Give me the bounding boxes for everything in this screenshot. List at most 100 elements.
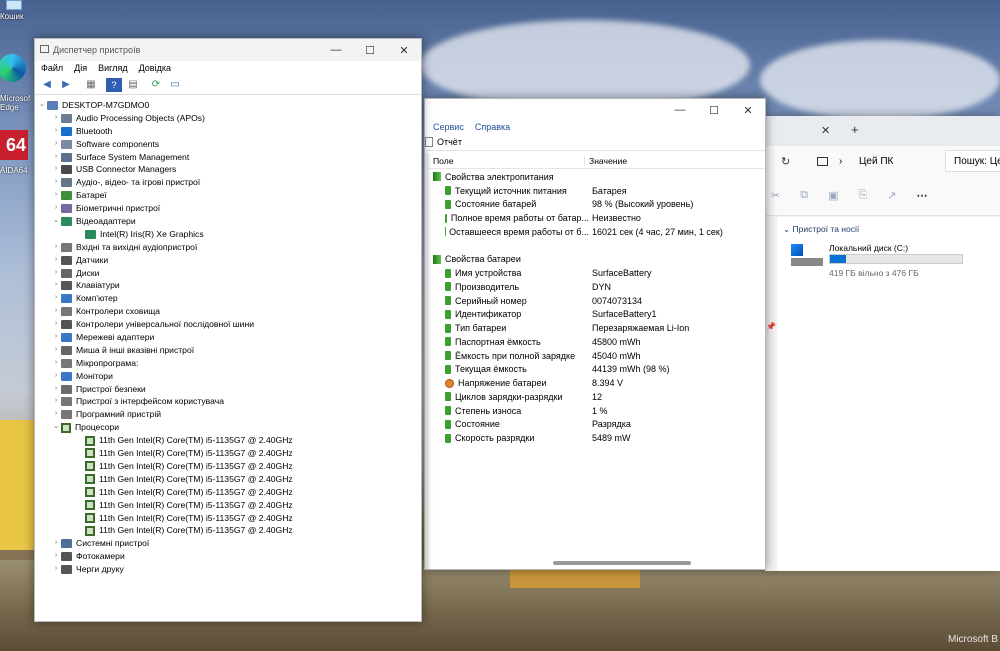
- device-category[interactable]: › Software components: [35, 138, 421, 151]
- close-icon[interactable]: ✕: [387, 39, 421, 61]
- device-item[interactable]: 11th Gen Intel(R) Core(TM) i5-1135G7 @ 2…: [35, 460, 421, 473]
- rename-icon[interactable]: ⎘: [858, 189, 867, 202]
- device-category[interactable]: › Контролери сховища: [35, 305, 421, 318]
- device-category[interactable]: › Фотокамери: [35, 550, 421, 563]
- device-category[interactable]: › Пристрої безпеки: [35, 383, 421, 396]
- chevron-right-icon[interactable]: ›: [51, 344, 61, 357]
- device-category[interactable]: › USB Connector Managers: [35, 163, 421, 176]
- device-item[interactable]: 11th Gen Intel(R) Core(TM) i5-1135G7 @ 2…: [35, 473, 421, 486]
- drive-tile[interactable]: Локальний диск (C:) 419 ГБ вільно з 476 …: [791, 242, 991, 282]
- device-category[interactable]: › Миша й інші вказівні пристрої: [35, 344, 421, 357]
- chevron-right-icon[interactable]: ›: [51, 318, 61, 331]
- chevron-down-icon[interactable]: ⌄: [51, 421, 61, 434]
- property-row[interactable]: Текущая ёмкость 44139 mWh (98 %): [433, 363, 765, 377]
- property-row[interactable]: Имя устройства SurfaceBattery: [433, 266, 765, 280]
- minimize-icon[interactable]: —: [319, 39, 353, 61]
- device-item[interactable]: 11th Gen Intel(R) Core(TM) i5-1135G7 @ 2…: [35, 447, 421, 460]
- property-row[interactable]: Циклов зарядки-разрядки 12: [433, 390, 765, 404]
- search-input[interactable]: Пошук: Це: [945, 150, 1000, 172]
- menu-help[interactable]: Довідка: [139, 63, 171, 73]
- property-row[interactable]: Текущий источник питания Батарея: [433, 184, 765, 198]
- menu-service[interactable]: Сервис: [433, 122, 464, 132]
- chevron-right-icon[interactable]: ›: [51, 241, 61, 254]
- share-icon[interactable]: ↗: [887, 189, 896, 202]
- back-arrow-icon[interactable]: ◀: [39, 78, 55, 92]
- device-category[interactable]: ⌄ Процесори: [35, 421, 421, 434]
- chevron-right-icon[interactable]: ›: [51, 357, 61, 370]
- property-row[interactable]: Оставшееся время работы от б... 16021 сек…: [433, 225, 765, 239]
- properties-icon[interactable]: ▦: [83, 78, 99, 92]
- chevron-right-icon[interactable]: ›: [51, 138, 61, 151]
- device-item[interactable]: 11th Gen Intel(R) Core(TM) i5-1135G7 @ 2…: [35, 512, 421, 525]
- device-category[interactable]: › Клавіатури: [35, 279, 421, 292]
- device-category[interactable]: › Вхідні та вихідні аудіопристрої: [35, 241, 421, 254]
- chevron-right-icon[interactable]: ›: [51, 292, 61, 305]
- device-item[interactable]: 11th Gen Intel(R) Core(TM) i5-1135G7 @ 2…: [35, 499, 421, 512]
- paste-icon[interactable]: ▣: [828, 189, 838, 202]
- chevron-right-icon[interactable]: ›: [51, 305, 61, 318]
- menu-view[interactable]: Вигляд: [98, 63, 128, 73]
- chevron-right-icon[interactable]: ›: [51, 383, 61, 396]
- property-row[interactable]: Тип батареи Перезаряжаемая Li-Ion: [433, 321, 765, 335]
- maximize-icon[interactable]: ☐: [697, 99, 731, 121]
- chevron-down-icon[interactable]: ⌄: [37, 99, 47, 112]
- forward-arrow-icon[interactable]: ▶: [58, 78, 74, 92]
- device-category[interactable]: › Монітори: [35, 370, 421, 383]
- refresh-icon[interactable]: ↻: [781, 155, 790, 168]
- close-icon[interactable]: ✕: [731, 99, 765, 121]
- device-category[interactable]: › Bluetooth: [35, 125, 421, 138]
- aida64-shortcut[interactable]: 64 AIDA64: [0, 130, 34, 180]
- chevron-down-icon[interactable]: ⌄: [51, 215, 61, 228]
- menu-help[interactable]: Справка: [475, 122, 510, 132]
- chevron-right-icon[interactable]: ›: [51, 563, 61, 576]
- tree-root[interactable]: ⌄ DESKTOP-M7GDMO0: [35, 99, 421, 112]
- device-item[interactable]: 11th Gen Intel(R) Core(TM) i5-1135G7 @ 2…: [35, 486, 421, 499]
- update-driver-icon[interactable]: ▤: [125, 78, 141, 92]
- property-row[interactable]: Полное время работы от батар... Неизвестн…: [433, 211, 765, 225]
- copy-icon[interactable]: ⧉: [800, 189, 808, 202]
- property-row[interactable]: Серийный номер 0074073134: [433, 294, 765, 308]
- device-category[interactable]: › Датчики: [35, 254, 421, 267]
- chevron-right-icon[interactable]: ›: [51, 408, 61, 421]
- column-field[interactable]: Поле: [429, 155, 585, 166]
- chevron-right-icon[interactable]: ›: [51, 125, 61, 138]
- chevron-right-icon[interactable]: ›: [51, 202, 61, 215]
- device-category[interactable]: › Черги друку: [35, 563, 421, 576]
- horizontal-scrollbar[interactable]: [429, 559, 765, 567]
- scan-hardware-icon[interactable]: ⟳: [148, 78, 164, 92]
- report-button[interactable]: Отчёт: [437, 137, 462, 147]
- chevron-right-icon[interactable]: ›: [51, 395, 61, 408]
- chevron-right-icon[interactable]: ›: [51, 267, 61, 280]
- property-row[interactable]: Напряжение батареи 8.394 V: [433, 376, 765, 390]
- chevron-right-icon[interactable]: ›: [51, 151, 61, 164]
- chevron-right-icon[interactable]: ›: [51, 254, 61, 267]
- property-row[interactable]: Состояние Разрядка: [433, 418, 765, 432]
- property-row[interactable]: Паспортная ёмкость 45800 mWh: [433, 335, 765, 349]
- property-row[interactable]: Ёмкость при полной зарядке 45040 mWh: [433, 349, 765, 363]
- device-category[interactable]: › Мікропрограма:: [35, 357, 421, 370]
- device-category[interactable]: › Комп'ютер: [35, 292, 421, 305]
- chevron-right-icon[interactable]: ›: [51, 163, 61, 176]
- edge-shortcut[interactable]: Microsoft Edge: [0, 54, 34, 120]
- device-category[interactable]: › Пристрої з інтерфейсом користувача: [35, 395, 421, 408]
- maximize-icon[interactable]: ☐: [353, 39, 387, 61]
- device-category[interactable]: › Системні пристрої: [35, 537, 421, 550]
- cut-icon[interactable]: ✂: [771, 189, 780, 202]
- minimize-icon[interactable]: —: [663, 99, 697, 121]
- property-row[interactable]: Производитель DYN: [433, 280, 765, 294]
- device-category[interactable]: › Мережеві адаптери: [35, 331, 421, 344]
- device-item[interactable]: Intel(R) Iris(R) Xe Graphics: [35, 228, 421, 241]
- scrollbar-thumb[interactable]: [553, 561, 691, 565]
- menu-action[interactable]: Дія: [74, 63, 87, 73]
- chevron-right-icon[interactable]: ›: [51, 331, 61, 344]
- chevron-right-icon[interactable]: ›: [51, 537, 61, 550]
- column-value[interactable]: Значение: [585, 156, 627, 166]
- device-category[interactable]: › Диски: [35, 267, 421, 280]
- device-category[interactable]: › Аудіо-, відео- та ігрові пристрої: [35, 176, 421, 189]
- more-options-icon[interactable]: ⋯: [917, 189, 928, 202]
- new-tab-icon[interactable]: +: [851, 122, 859, 137]
- property-row[interactable]: Идентификатор SurfaceBattery1: [433, 308, 765, 322]
- device-category[interactable]: › Програмний пристрій: [35, 408, 421, 421]
- menu-file[interactable]: Файл: [41, 63, 63, 73]
- property-row[interactable]: Скорость разрядки 5489 mW: [433, 431, 765, 445]
